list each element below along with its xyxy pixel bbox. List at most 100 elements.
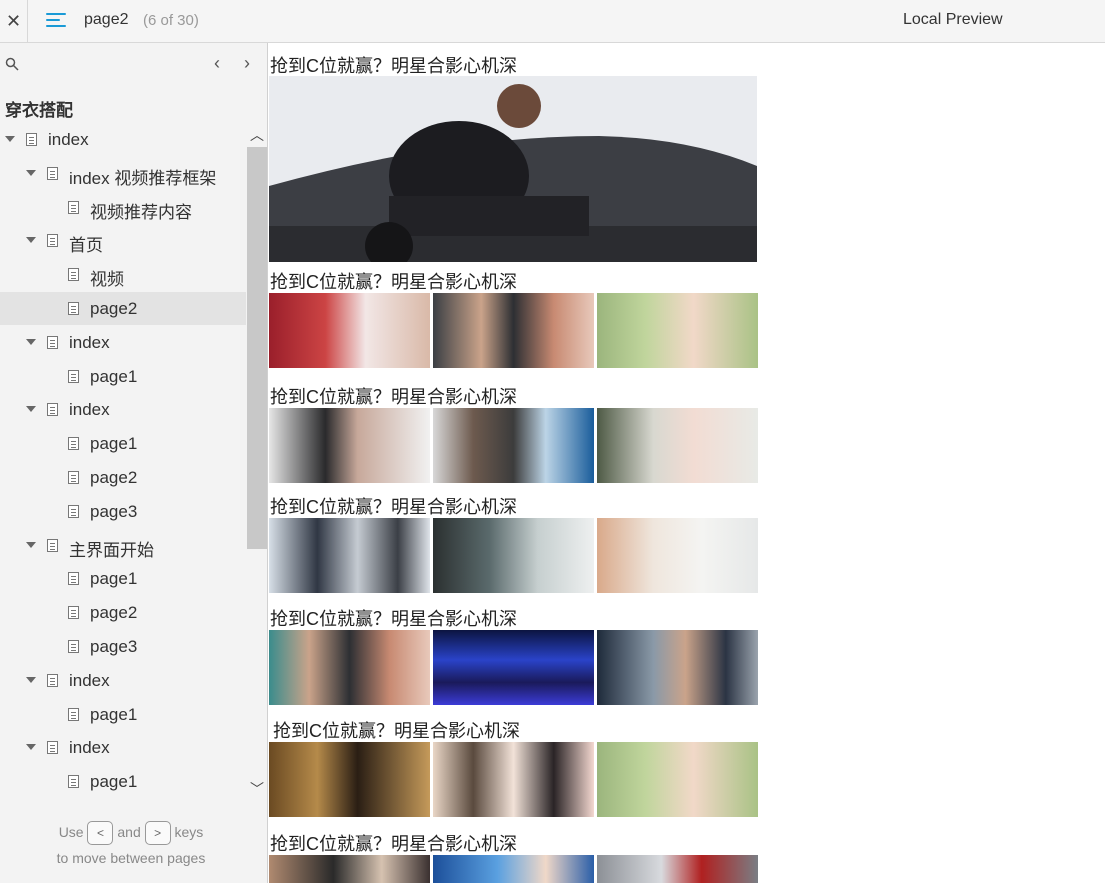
article-photo[interactable] bbox=[433, 293, 594, 368]
caret-down-icon[interactable] bbox=[5, 136, 15, 142]
page-icon bbox=[47, 403, 58, 417]
top-bar: ✕ page2 (6 of 30) Local Preview bbox=[0, 0, 1105, 43]
article-photo[interactable] bbox=[269, 855, 430, 883]
tree-item-label: 视频推荐内容 bbox=[90, 202, 192, 222]
article-headline[interactable]: 抢到C位就赢？明星合影心机深 bbox=[270, 52, 517, 78]
page-title: page2 bbox=[84, 11, 129, 28]
tree-item[interactable]: page1 bbox=[0, 360, 246, 393]
article-headline[interactable]: 抢到C位就赢？明星合影心机深 bbox=[270, 383, 517, 409]
article-photo[interactable] bbox=[433, 518, 594, 593]
article-photo[interactable] bbox=[433, 855, 594, 883]
article-photo[interactable] bbox=[597, 518, 758, 593]
tree-item-label: page3 bbox=[90, 501, 138, 521]
caret-down-icon[interactable] bbox=[26, 237, 36, 244]
tree-item-label: index bbox=[69, 670, 110, 690]
page-icon bbox=[68, 572, 79, 586]
article-photo[interactable] bbox=[597, 293, 758, 368]
page-icon bbox=[47, 741, 58, 755]
tree-item[interactable]: page3 bbox=[0, 495, 246, 528]
article-photo[interactable] bbox=[433, 630, 594, 705]
menu-icon[interactable] bbox=[46, 11, 66, 29]
page-icon bbox=[68, 504, 79, 518]
article-photo[interactable] bbox=[597, 855, 758, 883]
tree-item[interactable]: 视频 bbox=[0, 258, 246, 291]
tree-item[interactable]: 视频推荐内容 bbox=[0, 191, 246, 224]
prev-key-icon: < bbox=[87, 821, 114, 846]
page-icon bbox=[68, 200, 79, 214]
article-photo[interactable] bbox=[597, 630, 758, 705]
article-photo[interactable] bbox=[433, 408, 594, 483]
article-photo[interactable] bbox=[269, 76, 757, 262]
tree-item[interactable]: page2 bbox=[0, 596, 246, 629]
tree-item-label: 首页 bbox=[69, 236, 103, 256]
article-photo[interactable] bbox=[269, 293, 430, 368]
page-icon bbox=[47, 538, 58, 552]
tree-item-label: page2 bbox=[90, 299, 138, 318]
article-photo[interactable] bbox=[269, 630, 430, 705]
tree-item[interactable]: page1 bbox=[0, 698, 246, 731]
article-headline[interactable]: 抢到C位就赢？明星合影心机深 bbox=[270, 605, 517, 631]
tree-item-label: index bbox=[48, 130, 89, 149]
tree-item-label: index 视频推荐框架 bbox=[69, 168, 217, 188]
tree-item[interactable]: index bbox=[0, 664, 246, 697]
tree-item-label: page2 bbox=[90, 603, 138, 623]
article-photo[interactable] bbox=[269, 518, 430, 593]
article-headline[interactable]: 抢到C位就赢？明星合影心机深 bbox=[270, 493, 517, 519]
scroll-thumb[interactable] bbox=[247, 147, 267, 549]
scroll-down-icon[interactable]: ﹀ bbox=[250, 779, 264, 799]
article-headline[interactable]: 抢到C位就赢？明星合影心机深 bbox=[273, 717, 520, 743]
caret-down-icon[interactable] bbox=[26, 338, 36, 345]
page-icon bbox=[47, 166, 58, 180]
tree-item[interactable]: page2 bbox=[0, 292, 246, 325]
article-photo[interactable] bbox=[597, 408, 758, 483]
tree-item[interactable]: page2 bbox=[0, 461, 246, 494]
prev-page-button[interactable]: ‹ bbox=[214, 53, 220, 74]
page-icon bbox=[47, 673, 58, 687]
project-title: 穿衣搭配 bbox=[5, 101, 73, 120]
tree-item[interactable]: index 视频推荐框架 bbox=[0, 157, 246, 190]
tree-item-label: 主界面开始 bbox=[69, 540, 154, 560]
page-icon bbox=[68, 707, 79, 721]
page-icon bbox=[68, 606, 79, 620]
search-icon[interactable] bbox=[5, 57, 19, 71]
tree-item[interactable]: index bbox=[0, 393, 246, 426]
tree-item[interactable]: index bbox=[0, 731, 246, 764]
tree-item-label: 视频 bbox=[90, 270, 124, 290]
page-tree: index index 视频推荐框架 视频推荐内容 首页 视频 page2 index pag… bbox=[0, 123, 246, 799]
page-icon bbox=[47, 234, 58, 248]
tree-item[interactable]: index bbox=[0, 123, 246, 156]
scroll-up-icon[interactable]: ︿ bbox=[250, 125, 264, 145]
page-icon bbox=[47, 335, 58, 349]
caret-down-icon[interactable] bbox=[26, 744, 36, 751]
tree-item-label: page1 bbox=[90, 434, 138, 454]
tree-item[interactable]: page3 bbox=[0, 630, 246, 663]
article-headline[interactable]: 抢到C位就赢？明星合影心机深 bbox=[270, 268, 517, 294]
tree-item[interactable]: 主界面开始 bbox=[0, 529, 246, 562]
close-button[interactable]: ✕ bbox=[0, 0, 28, 42]
tree-item-label: page2 bbox=[90, 468, 138, 487]
tree-item[interactable]: index bbox=[0, 326, 246, 359]
page-icon bbox=[68, 437, 79, 451]
tree-item[interactable]: 首页 bbox=[0, 224, 246, 257]
tree-item-label: page1 bbox=[90, 772, 138, 792]
page-icon bbox=[68, 302, 79, 315]
article-photo[interactable] bbox=[597, 742, 758, 817]
tree-item-label: index bbox=[69, 332, 110, 352]
tree-item-label: index bbox=[69, 400, 110, 420]
article-photo[interactable] bbox=[269, 408, 430, 483]
article-headline[interactable]: 抢到C位就赢？明星合影心机深 bbox=[270, 830, 517, 856]
tree-item[interactable]: page1 bbox=[0, 562, 246, 595]
caret-down-icon[interactable] bbox=[26, 169, 36, 176]
next-key-icon: > bbox=[144, 821, 171, 846]
caret-down-icon[interactable] bbox=[26, 676, 36, 683]
caret-down-icon[interactable] bbox=[26, 541, 36, 548]
tree-item[interactable]: page1 bbox=[0, 427, 246, 460]
sidebar-scrollbar[interactable]: ︿ ﹀ bbox=[246, 123, 268, 803]
caret-down-icon[interactable] bbox=[26, 406, 36, 413]
article-photo[interactable] bbox=[269, 742, 430, 817]
page-count: (6 of 30) bbox=[143, 12, 199, 29]
next-page-button[interactable]: › bbox=[244, 53, 250, 74]
article-photo[interactable] bbox=[433, 742, 594, 817]
page-icon bbox=[26, 133, 37, 146]
tree-item[interactable]: page1 bbox=[0, 765, 246, 798]
